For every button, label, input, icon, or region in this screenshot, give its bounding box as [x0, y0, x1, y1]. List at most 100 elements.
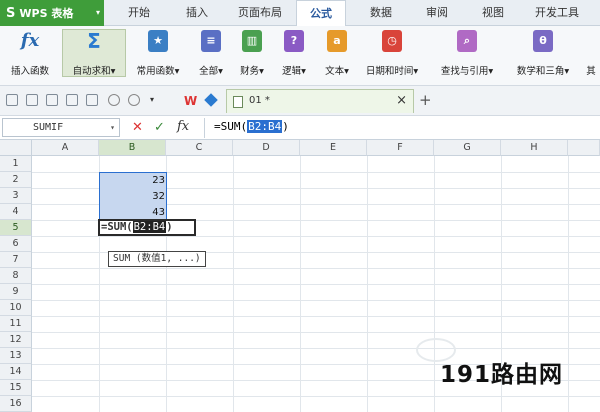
cell-b2[interactable]: 23 — [99, 173, 165, 189]
all-functions-label: 全部▾ — [199, 66, 223, 77]
cell-b3[interactable]: 32 — [99, 189, 165, 205]
more-icon — [582, 30, 600, 52]
row-header-2[interactable]: 2 — [0, 172, 32, 188]
tab-page-layout[interactable]: 页面布局 — [230, 0, 290, 26]
common-functions-button[interactable]: ★ 常用函数▾ — [130, 30, 186, 82]
lookup-reference-button[interactable]: ⌕ 查找与引用▾ — [434, 30, 500, 82]
math-trig-label: 数学和三角▾ — [516, 66, 570, 77]
close-icon[interactable]: × — [396, 93, 407, 108]
select-all-corner[interactable] — [0, 140, 32, 156]
gridline — [32, 284, 600, 285]
row-header-8[interactable]: 8 — [0, 268, 32, 284]
column-header-e[interactable]: E — [300, 140, 367, 156]
active-cell-b5[interactable]: =SUM(B2:B4) — [98, 219, 196, 236]
book-icon: ≡ — [201, 30, 221, 52]
document-tab[interactable]: 01 * × — [226, 89, 414, 113]
row-header-16[interactable]: 16 — [0, 396, 32, 412]
chevron-down-icon[interactable]: ▾ — [150, 95, 162, 107]
clock-book-icon: ◷ — [382, 30, 402, 52]
app-name: WPS 表格 — [19, 7, 74, 20]
fx-icon[interactable]: fx — [177, 119, 189, 134]
save-icon[interactable] — [26, 94, 38, 106]
active-cell-suffix: ) — [166, 221, 173, 233]
gridline — [32, 332, 600, 333]
tab-review[interactable]: 审阅 — [412, 0, 462, 26]
gridline — [32, 348, 600, 349]
column-header-g[interactable]: G — [434, 140, 501, 156]
text-functions-label: 文本▾ — [325, 66, 349, 77]
wps-logo-icon: S — [6, 5, 16, 21]
formula-input[interactable]: =SUM(B2:B4) — [214, 120, 289, 133]
math-trig-button[interactable]: θ 数学和三角▾ — [508, 30, 578, 82]
row-header-7[interactable]: 7 — [0, 252, 32, 268]
star-icon: ★ — [148, 30, 168, 52]
insert-function-button[interactable]: fx 插入函数 — [4, 30, 56, 82]
row-header-1[interactable]: 1 — [0, 156, 32, 172]
text-functions-button[interactable]: a 文本▾ — [316, 30, 358, 82]
chevron-down-icon: ▾ — [95, 8, 100, 17]
column-header-b[interactable]: B — [99, 140, 166, 156]
row-header-9[interactable]: 9 — [0, 284, 32, 300]
logical-functions-button[interactable]: ? 逻辑▾ — [274, 30, 314, 82]
row-header-11[interactable]: 11 — [0, 316, 32, 332]
tab-developer[interactable]: 开发工具 — [524, 0, 590, 26]
confirm-icon[interactable]: ✓ — [154, 120, 165, 135]
print-icon[interactable] — [46, 94, 58, 106]
more-functions-button[interactable]: 其 — [582, 30, 600, 82]
active-cell-range-highlight: B2:B4 — [132, 221, 167, 233]
gridline — [32, 236, 600, 237]
column-header-c[interactable]: C — [166, 140, 233, 156]
more-functions-label: 其 — [586, 66, 596, 77]
chevron-down-icon[interactable]: ▾ — [110, 119, 115, 136]
gridline — [32, 268, 600, 269]
function-tooltip: SUM (数值1, ...) — [108, 251, 206, 267]
logic-book-icon: ? — [284, 30, 304, 52]
autosum-button[interactable]: Σ 自动求和▾ — [62, 29, 126, 77]
tab-formulas[interactable]: 公式 — [296, 0, 346, 27]
column-header-h[interactable]: H — [501, 140, 568, 156]
row-header-12[interactable]: 12 — [0, 332, 32, 348]
print-preview-icon[interactable] — [66, 94, 78, 106]
wps-writer-icon[interactable]: W — [184, 94, 197, 108]
column-header-a[interactable]: A — [32, 140, 99, 156]
column-header-f[interactable]: F — [367, 140, 434, 156]
row-header-5[interactable]: 5 — [0, 220, 32, 236]
date-time-functions-button[interactable]: ◷ 日期和时间▾ — [360, 30, 424, 82]
gridline — [32, 396, 600, 397]
cancel-icon[interactable]: ✕ — [132, 120, 143, 135]
open-icon[interactable] — [6, 94, 18, 106]
gridline — [32, 316, 600, 317]
undo-icon[interactable] — [108, 94, 120, 106]
row-header-6[interactable]: 6 — [0, 236, 32, 252]
tab-data[interactable]: 数据 — [356, 0, 406, 26]
formula-prefix: =SUM( — [214, 120, 248, 133]
column-header-d[interactable]: D — [233, 140, 300, 156]
menu-bar: S WPS 表格 ▾ 开始 插入 页面布局 公式 数据 审阅 视图 开发工具 — [0, 0, 600, 27]
gridline — [32, 300, 600, 301]
export-pdf-icon[interactable] — [86, 94, 98, 106]
search-book-icon: ⌕ — [457, 30, 477, 52]
ribbon: fx 插入函数 Σ 自动求和▾ ★ 常用函数▾ ≡ 全部▾ ▥ 财务▾ ? 逻辑… — [0, 26, 600, 86]
redo-icon[interactable] — [128, 94, 140, 106]
row-header-4[interactable]: 4 — [0, 204, 32, 220]
tab-home[interactable]: 开始 — [114, 0, 164, 26]
row-header-15[interactable]: 15 — [0, 380, 32, 396]
quick-access-toolbar: ▾ W 01 * × + — [0, 86, 600, 116]
all-functions-button[interactable]: ≡ 全部▾ — [192, 30, 230, 82]
logical-functions-label: 逻辑▾ — [282, 66, 306, 77]
column-header-i[interactable] — [568, 140, 600, 156]
name-box[interactable]: SUMIF ▾ — [2, 118, 120, 137]
date-time-functions-label: 日期和时间▾ — [365, 66, 419, 77]
tab-view[interactable]: 视图 — [468, 0, 518, 26]
document-tab-name: 01 * — [249, 95, 270, 106]
app-menu-button[interactable]: S WPS 表格 ▾ — [0, 0, 104, 26]
row-header-13[interactable]: 13 — [0, 348, 32, 364]
row-header-14[interactable]: 14 — [0, 364, 32, 380]
financial-functions-button[interactable]: ▥ 财务▾ — [232, 30, 272, 82]
cloud-cube-icon[interactable] — [204, 93, 218, 107]
row-header-3[interactable]: 3 — [0, 188, 32, 204]
finance-book-icon: ▥ — [242, 30, 262, 52]
tab-insert[interactable]: 插入 — [172, 0, 222, 26]
row-header-10[interactable]: 10 — [0, 300, 32, 316]
new-tab-button[interactable]: + — [419, 91, 432, 109]
